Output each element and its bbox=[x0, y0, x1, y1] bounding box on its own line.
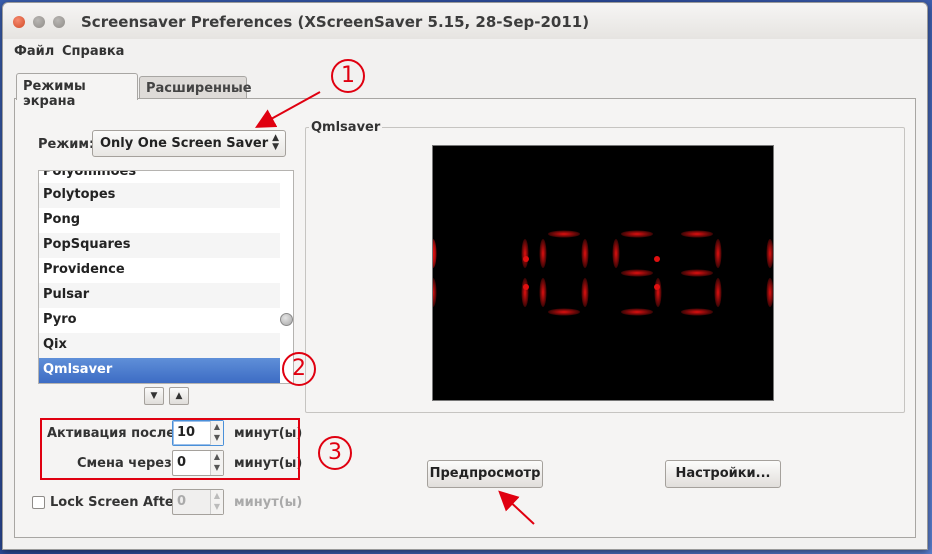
lock-spinbox: 0 ▲ ▼ bbox=[172, 489, 224, 515]
clock-colon-dot bbox=[654, 255, 660, 262]
clock-segment bbox=[612, 239, 620, 268]
clock-display bbox=[429, 230, 774, 316]
clock-segment bbox=[681, 269, 713, 277]
mode-value: Only One Screen Saver bbox=[100, 136, 269, 151]
clock-segment bbox=[681, 308, 713, 316]
clock-segment bbox=[429, 278, 437, 307]
clock-colon-dot bbox=[523, 255, 529, 262]
clock-colon-dot bbox=[523, 284, 529, 291]
clock-segment bbox=[654, 278, 662, 307]
list-item[interactable]: Pong bbox=[39, 208, 280, 233]
clock-colon-dot bbox=[654, 284, 660, 291]
list-item[interactable]: Qix bbox=[39, 333, 280, 358]
preview-button[interactable]: Предпросмотр bbox=[427, 460, 543, 488]
list-item[interactable]: PopSquares bbox=[39, 233, 280, 258]
list-item[interactable]: Pyro bbox=[39, 308, 280, 333]
list-item[interactable]: Providence bbox=[39, 258, 280, 283]
clock-segment bbox=[766, 239, 774, 268]
close-window-icon[interactable] bbox=[13, 16, 25, 28]
list-item-selected[interactable]: Qmlsaver bbox=[39, 358, 280, 383]
clock-segment bbox=[521, 239, 529, 268]
list-scrollbar-thumb[interactable] bbox=[280, 313, 293, 326]
menu-file[interactable]: Файл bbox=[14, 44, 54, 59]
clock-segment bbox=[581, 278, 589, 307]
tab-display-modes[interactable]: Режимы экрана bbox=[16, 73, 138, 109]
clock-segment bbox=[581, 239, 589, 268]
menu-bar: Файл Справка bbox=[3, 39, 927, 67]
spin-arrows-icon: ▲ ▼ bbox=[210, 490, 223, 514]
clock-segment bbox=[621, 269, 653, 277]
clock-segment bbox=[539, 239, 547, 268]
clock-segment bbox=[681, 230, 713, 238]
down-arrow-icon: ▼ bbox=[150, 391, 158, 401]
list-item[interactable]: Pulsar bbox=[39, 283, 280, 308]
annotation-badge-1: 1 bbox=[331, 59, 365, 93]
clock-segment bbox=[621, 230, 653, 238]
mode-label: Режим: bbox=[38, 137, 95, 152]
list-item[interactable]: Polytopes bbox=[39, 183, 280, 208]
title-bar: Screensaver Preferences (XScreenSaver 5.… bbox=[3, 3, 927, 39]
lock-screen-checkbox[interactable] bbox=[32, 496, 45, 509]
clock-segment bbox=[714, 278, 722, 307]
lock-screen-label: Lock Screen After bbox=[50, 495, 181, 510]
move-up-button[interactable]: ▲ bbox=[169, 387, 189, 405]
preview-frame-title: Qmlsaver bbox=[309, 120, 383, 135]
menu-help[interactable]: Справка bbox=[62, 44, 124, 59]
clock-segment bbox=[521, 278, 529, 307]
updown-arrows-icon: ▲ ▼ bbox=[272, 133, 279, 152]
move-down-button[interactable]: ▼ bbox=[144, 387, 164, 405]
clock-segment bbox=[714, 239, 722, 268]
lock-unit: минут(ы) bbox=[234, 495, 303, 510]
clock-segment bbox=[621, 308, 653, 316]
annotation-box bbox=[40, 418, 300, 480]
tab-advanced[interactable]: Расширенные bbox=[139, 76, 252, 100]
lock-value: 0 bbox=[177, 494, 187, 509]
annotation-badge-2: 2 bbox=[282, 352, 316, 386]
clock-segment bbox=[548, 230, 580, 238]
screensaver-list[interactable]: Polyominoes Polytopes Pong PopSquares Pr… bbox=[38, 170, 294, 384]
annotation-badge-3: 3 bbox=[318, 436, 352, 470]
screensaver-preview bbox=[429, 145, 774, 401]
maximize-window-icon[interactable] bbox=[53, 16, 65, 28]
settings-button[interactable]: Настройки... bbox=[665, 460, 781, 488]
clock-segment bbox=[548, 308, 580, 316]
clock-segment bbox=[766, 278, 774, 307]
clock-segment bbox=[539, 278, 547, 307]
minimize-window-icon[interactable] bbox=[33, 16, 45, 28]
up-arrow-icon: ▲ bbox=[175, 391, 183, 401]
mode-dropdown[interactable]: Only One Screen Saver ▲ ▼ bbox=[92, 130, 286, 157]
window-title: Screensaver Preferences (XScreenSaver 5.… bbox=[81, 13, 590, 31]
clock-segment bbox=[429, 239, 437, 268]
